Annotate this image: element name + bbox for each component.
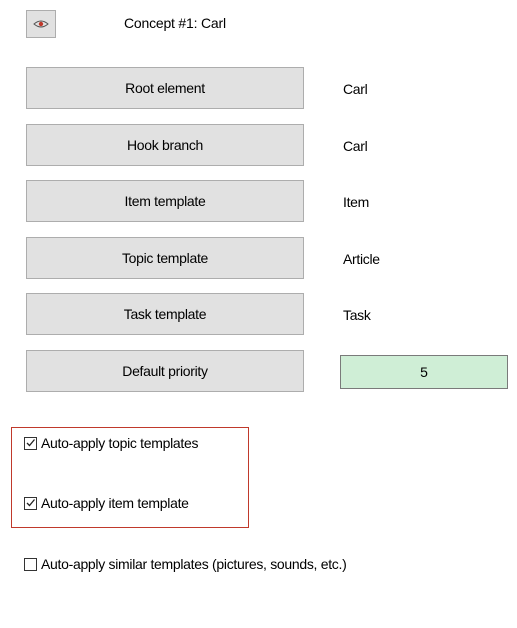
hook-branch-value: Carl [343,138,368,154]
auto-apply-similar-templates-checkbox[interactable] [24,557,37,571]
auto-apply-similar-templates-label: Auto-apply similar templates (pictures, … [41,556,347,572]
default-priority-button[interactable]: Default priority [26,350,304,392]
default-priority-field[interactable]: 5 [340,355,508,389]
topic-template-value: Article [343,251,380,267]
task-template-value: Task [343,307,371,323]
hook-branch-button[interactable]: Hook branch [26,124,304,166]
view-concept-button[interactable] [26,10,56,38]
auto-apply-item-template-label: Auto-apply item template [41,495,189,511]
checkmark-icon [26,498,35,506]
checkmark-icon [26,438,35,446]
auto-apply-topic-templates-checkbox[interactable] [24,436,37,450]
item-template-button[interactable]: Item template [26,180,304,222]
root-element-value: Carl [343,81,368,97]
auto-apply-topic-templates-label: Auto-apply topic templates [41,435,199,451]
auto-apply-item-template-checkbox[interactable] [24,496,37,510]
auto-apply-similar-templates-option[interactable]: Auto-apply similar templates (pictures, … [24,556,347,572]
root-element-button[interactable]: Root element [26,67,304,109]
item-template-value: Item [343,194,370,210]
auto-apply-item-template-option[interactable]: Auto-apply item template [24,495,189,511]
eye-icon [33,20,49,28]
auto-apply-topic-templates-option[interactable]: Auto-apply topic templates [24,435,198,451]
task-template-button[interactable]: Task template [26,293,304,335]
concept-title: Concept #1: Carl [124,15,226,31]
topic-template-button[interactable]: Topic template [26,237,304,279]
